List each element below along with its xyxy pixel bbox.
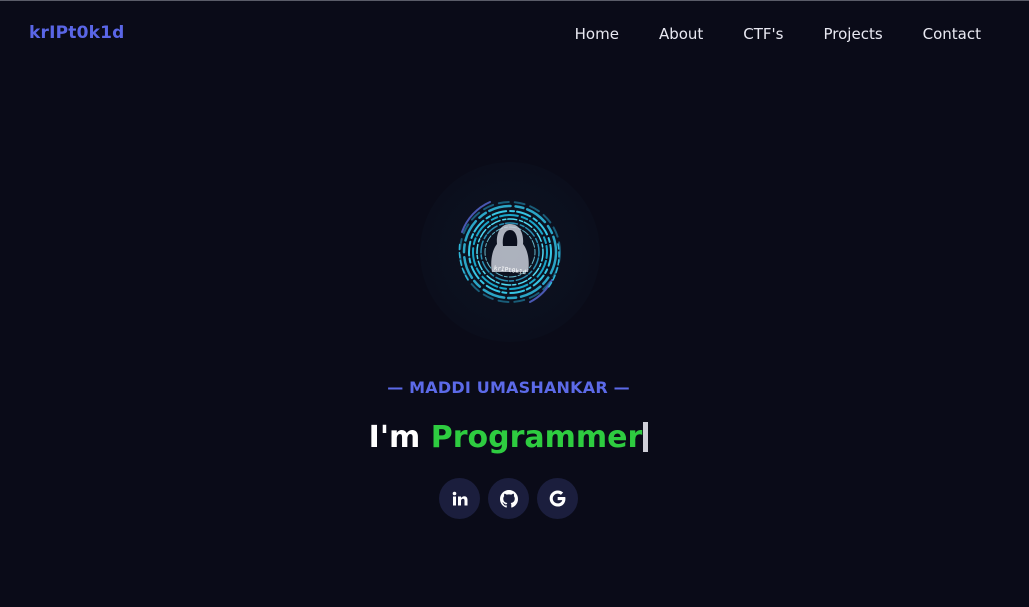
owner-name: — MADDI UMASHANKAR — bbox=[387, 378, 630, 397]
hero-headline: I'm Programmer bbox=[0, 420, 1017, 455]
linkedin-icon bbox=[452, 491, 467, 505]
linkedin-button[interactable] bbox=[439, 478, 480, 519]
nav-item-ctfs[interactable]: CTF's bbox=[743, 25, 783, 43]
google-button[interactable] bbox=[537, 478, 578, 519]
google-icon bbox=[549, 490, 566, 507]
social-links bbox=[439, 478, 578, 519]
window-top-border bbox=[0, 0, 1029, 1]
greeting-text: I'm bbox=[368, 420, 431, 455]
nav-item-home[interactable]: Home bbox=[575, 25, 619, 43]
github-button[interactable] bbox=[488, 478, 529, 519]
github-icon bbox=[499, 489, 518, 508]
main-nav: Home About CTF's Projects Contact bbox=[535, 25, 981, 43]
nav-item-contact[interactable]: Contact bbox=[923, 25, 981, 43]
nav-item-projects[interactable]: Projects bbox=[824, 25, 883, 43]
brand-logo[interactable]: krIPt0k1d bbox=[29, 23, 125, 43]
avatar: krIPt0k1d bbox=[420, 162, 600, 342]
typing-cursor bbox=[643, 422, 649, 452]
nav-item-about[interactable]: About bbox=[659, 25, 703, 43]
role-text: Programmer bbox=[430, 420, 643, 455]
hacker-vortex-logo: krIPt0k1d bbox=[458, 201, 561, 303]
